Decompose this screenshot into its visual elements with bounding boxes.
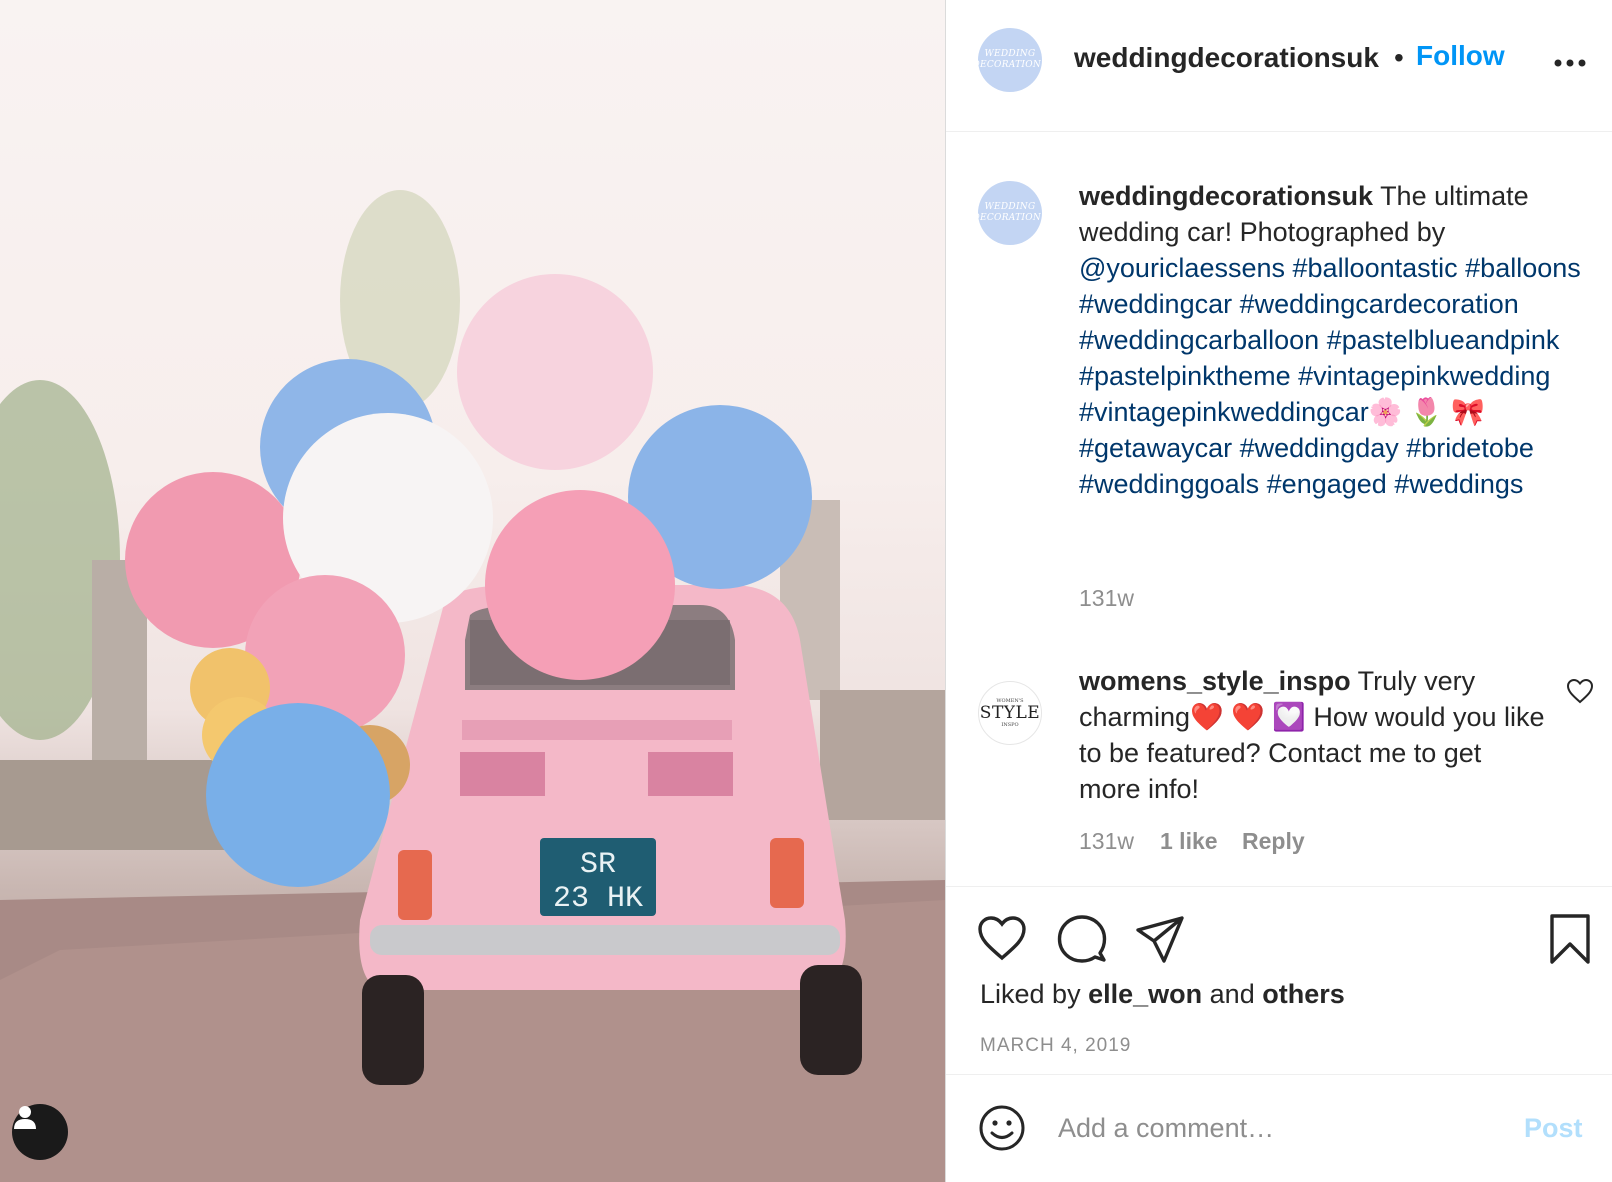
comment-reply-button[interactable]: Reply — [1242, 828, 1305, 855]
caption-mention[interactable]: @youriclaessens — [1079, 253, 1285, 283]
post-photo[interactable]: SR 23 HK — [0, 0, 945, 1182]
follow-button[interactable]: Follow — [1416, 40, 1505, 72]
caption-emojis: 🌸 🌷 🎀 — [1368, 397, 1485, 427]
hashtag[interactable]: #bridetobe — [1406, 433, 1534, 463]
liked-by-mid: and — [1209, 979, 1255, 1009]
commenter-avatar[interactable]: WOMEN'S STYLE INSPO — [978, 681, 1042, 745]
hashtag[interactable]: #weddingcarballoon — [1079, 325, 1319, 355]
caption-avatar-text-2: DECORATIONS — [978, 213, 1042, 223]
comments-area[interactable]: WEDDING DECORATIONS weddingdecorationsuk… — [946, 133, 1612, 886]
liked-by-prefix: Liked by — [980, 979, 1081, 1009]
comment-timestamp[interactable]: 131w — [1079, 828, 1134, 855]
liked-by-summary: Liked by elle_won and others — [980, 979, 1345, 1010]
save-bookmark-icon[interactable] — [1544, 913, 1596, 965]
commenter-avatar-main: STYLE — [979, 703, 1041, 723]
liked-by-others[interactable]: others — [1262, 979, 1345, 1009]
like-comment-heart-icon[interactable] — [1566, 678, 1594, 704]
post-details-panel: WEDDING DECORATIONS weddingdecorationsuk… — [946, 0, 1612, 1182]
wedding-car-image: SR 23 HK — [0, 190, 945, 1182]
post-actions: Liked by elle_won and others MARCH 4, 20… — [946, 886, 1612, 1074]
caption-avatar[interactable]: WEDDING DECORATIONS — [978, 181, 1042, 245]
hashtag[interactable]: #vintagepinkwedding — [1298, 361, 1550, 391]
plate-line-1: SR — [580, 848, 616, 882]
hashtag[interactable]: #weddingday — [1240, 433, 1399, 463]
share-send-icon[interactable] — [1134, 913, 1186, 965]
add-comment-input[interactable] — [1058, 1103, 1478, 1153]
hashtag[interactable]: #pastelpinktheme — [1079, 361, 1291, 391]
caption-avatar-text-1: WEDDING — [984, 202, 1036, 212]
hashtag[interactable]: #weddingcardecoration — [1240, 289, 1519, 319]
author-username[interactable]: weddingdecorationsuk — [1074, 42, 1379, 74]
add-comment-bar: Post — [946, 1074, 1612, 1182]
avatar-text-1: WEDDING — [984, 49, 1036, 59]
hashtag[interactable]: #getawaycar — [1079, 433, 1232, 463]
comment-emojis: ❤️ ❤️ 💟 — [1190, 702, 1306, 732]
hashtag[interactable]: #weddinggoals — [1079, 469, 1259, 499]
commenter-avatar-bottom: INSPO — [1001, 722, 1019, 728]
post-comment-button[interactable]: Post — [1524, 1113, 1583, 1144]
plate-line-2: 23 HK — [553, 882, 643, 916]
hashtag[interactable]: #pastelblueandpink — [1327, 325, 1560, 355]
post-header: WEDDING DECORATIONS weddingdecorationsuk… — [946, 0, 1612, 132]
user-tag-button[interactable] — [12, 1104, 68, 1160]
like-heart-icon[interactable] — [976, 913, 1028, 965]
avatar-text-2: DECORATIONS — [978, 60, 1042, 70]
comment-body: womens_style_inspo Truly very charming❤️… — [1079, 663, 1549, 807]
hashtag[interactable]: #weddings — [1394, 469, 1523, 499]
hashtag[interactable]: #balloons — [1465, 253, 1581, 283]
caption-username[interactable]: weddingdecorationsuk — [1079, 181, 1373, 211]
comment-likes[interactable]: 1 like — [1160, 828, 1218, 855]
hashtag[interactable]: #engaged — [1267, 469, 1387, 499]
comment-bubble-icon[interactable] — [1056, 913, 1108, 965]
person-icon — [14, 1106, 36, 1129]
caption-timestamp[interactable]: 131w — [1079, 585, 1134, 612]
post-date[interactable]: MARCH 4, 2019 — [980, 1035, 1131, 1057]
liked-by-user[interactable]: elle_won — [1088, 979, 1202, 1009]
post-caption: weddingdecorationsuk The ultimate weddin… — [1079, 178, 1589, 502]
hashtag[interactable]: #vintagepinkweddingcar — [1079, 397, 1369, 427]
hashtag[interactable]: #balloontastic — [1293, 253, 1458, 283]
comment-username[interactable]: womens_style_inspo — [1079, 666, 1351, 696]
hashtag[interactable]: #weddingcar — [1079, 289, 1232, 319]
author-avatar[interactable]: WEDDING DECORATIONS — [978, 28, 1042, 92]
more-options-icon[interactable] — [1550, 48, 1590, 78]
header-separator: • — [1394, 42, 1404, 73]
emoji-smiley-icon[interactable] — [978, 1104, 1026, 1152]
